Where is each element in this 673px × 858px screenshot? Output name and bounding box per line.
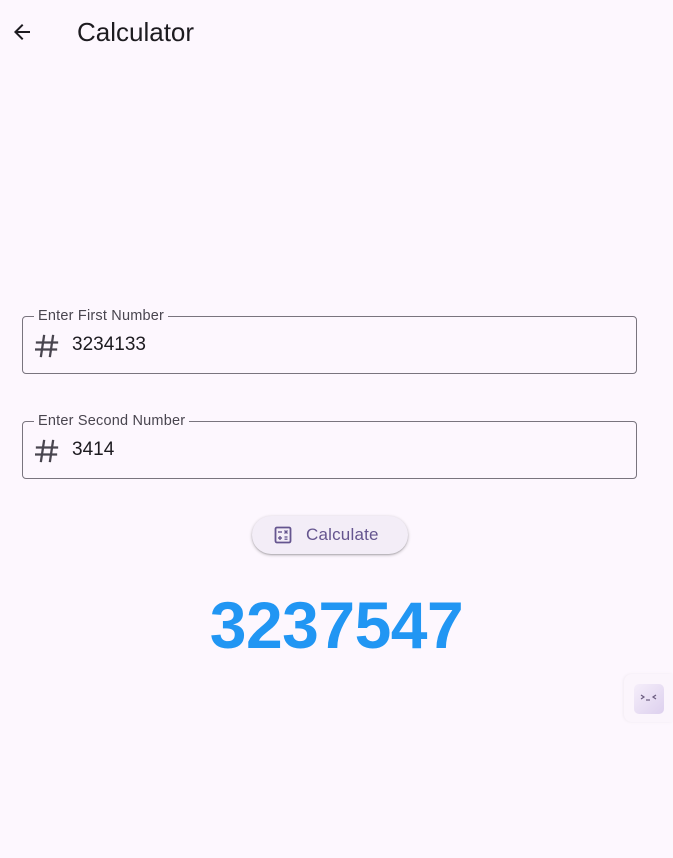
first-number-input[interactable] (72, 331, 612, 359)
first-number-label: Enter First Number (34, 307, 169, 325)
result-value: 3237547 (209, 588, 464, 662)
debug-overlay-icon (640, 694, 657, 701)
arrow-back-icon (14, 24, 30, 40)
app-bar: Calculator (0, 0, 673, 64)
hash-icon (35, 439, 59, 463)
second-number-field[interactable]: Enter Second Number (22, 412, 637, 479)
side-tab-badge (634, 684, 664, 714)
page-title: Calculator (77, 17, 195, 47)
calculator-icon (274, 526, 292, 544)
calculate-button-label: Calculate (306, 525, 379, 544)
hash-icon (35, 334, 59, 358)
back-button[interactable] (4, 12, 40, 52)
second-number-label: Enter Second Number (34, 412, 190, 430)
calculate-button[interactable]: Calculate (252, 516, 408, 554)
side-tab[interactable] (624, 674, 673, 722)
second-number-input[interactable] (72, 436, 612, 464)
first-number-field[interactable]: Enter First Number (22, 307, 637, 374)
